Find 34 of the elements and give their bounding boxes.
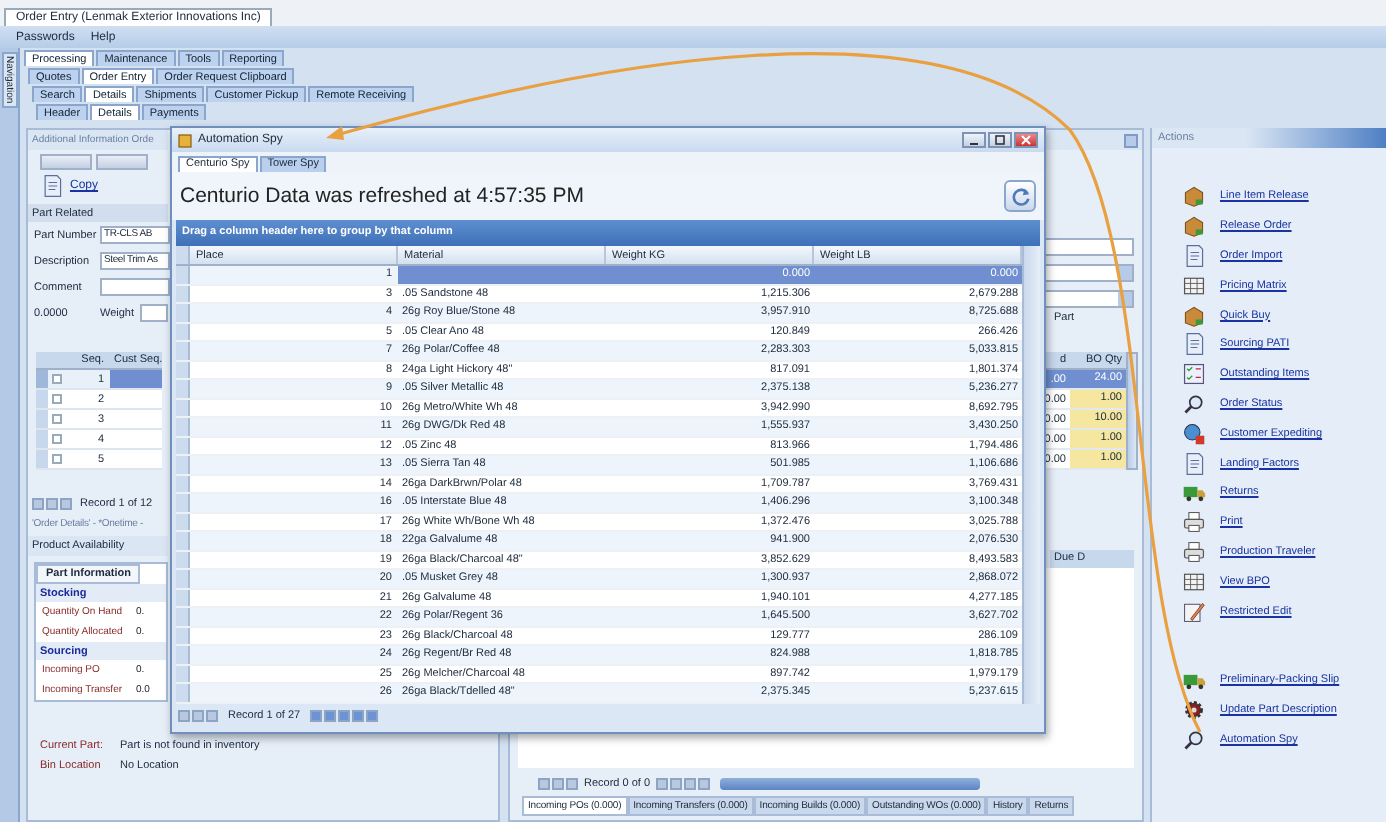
pencil-icon xyxy=(1182,599,1206,624)
text-field[interactable] xyxy=(100,278,170,296)
app-icon xyxy=(178,133,192,147)
close-icon xyxy=(1020,134,1032,146)
toolbar-button[interactable] xyxy=(40,154,92,170)
document-icon xyxy=(1182,451,1206,476)
gear-icon xyxy=(1182,698,1206,723)
refresh-button[interactable] xyxy=(1004,180,1036,212)
magnifier-icon xyxy=(1182,727,1206,752)
printer-icon xyxy=(1182,539,1206,564)
checklist-icon xyxy=(1182,362,1206,387)
document-icon xyxy=(40,174,64,198)
magnifier-icon xyxy=(1182,391,1206,416)
grid-icon xyxy=(1182,569,1206,594)
box-icon xyxy=(1182,184,1206,209)
refresh-status: Centurio Data was refreshed at 4:57:35 PM xyxy=(180,184,584,208)
globe-icon xyxy=(1182,421,1206,446)
table-cell xyxy=(110,370,162,388)
printer-icon xyxy=(1182,510,1206,535)
maximize-button[interactable] xyxy=(988,132,1012,148)
box-icon xyxy=(1182,214,1206,239)
document-icon xyxy=(1182,332,1206,357)
refresh-icon xyxy=(1009,185,1031,207)
grid-icon xyxy=(1182,273,1206,298)
scrollbar[interactable] xyxy=(1022,246,1040,703)
minimize-button[interactable] xyxy=(962,132,986,148)
close-button[interactable] xyxy=(1014,132,1038,148)
document-icon xyxy=(1182,243,1206,268)
box-icon xyxy=(1182,303,1206,328)
maximize-icon xyxy=(994,134,1006,146)
weight-field[interactable] xyxy=(140,304,169,322)
toolbar-button[interactable] xyxy=(96,154,148,170)
collapse-button[interactable] xyxy=(1124,133,1138,147)
scrollbar[interactable] xyxy=(720,778,981,790)
